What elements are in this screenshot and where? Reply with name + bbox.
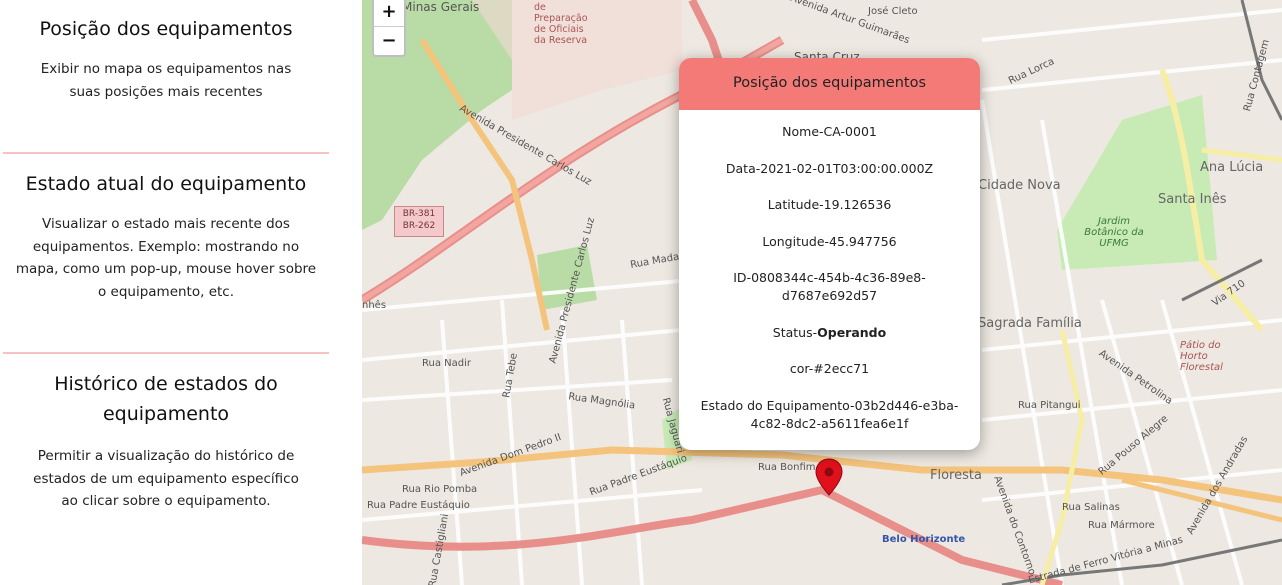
map[interactable]: Minas Gerais de Preparação de Oficiais d…: [362, 0, 1282, 585]
map-label: Cidade Nova: [978, 178, 1061, 193]
map-label: Rua Rio Pomba: [402, 484, 478, 495]
highway-shield: BR-381 BR-262: [394, 206, 444, 237]
map-label: Sagrada Família: [978, 316, 1082, 331]
popup-body: Nome-CA-0001 Data-2021-02-01T03:00:00.00…: [679, 110, 980, 433]
map-label: Pátio do Horto Florestal: [1180, 340, 1223, 373]
section-title: Histórico de estados do equipamento: [54, 373, 278, 425]
map-label: Santa Inês: [1158, 192, 1227, 207]
map-label: Rua Bonfim: [758, 462, 816, 473]
section-divider: [3, 152, 329, 154]
zoom-control: + −: [372, 0, 406, 57]
section-description: Permitir a visualização do histórico de …: [33, 448, 299, 509]
map-label: de Preparação de Oficiais da Reserva: [534, 2, 588, 46]
section-description: Exibir no mapa os equipamentos nas suas …: [40, 61, 292, 100]
map-label: Rua Nadir: [422, 358, 471, 369]
status-value: Operando: [817, 324, 887, 340]
section-title: Posição dos equipamentos: [39, 18, 293, 40]
map-label: Floresta: [930, 468, 982, 483]
section-current-state: Estado atual do equipamento Visualizar o…: [0, 169, 332, 303]
section-description: Visualizar o estado mais recente dos equ…: [15, 216, 317, 300]
popup-row-data: Data-2021-02-01T03:00:00.000Z: [725, 160, 934, 176]
map-label: Jardim Botânico da UFMG: [1084, 216, 1144, 249]
map-marker-icon[interactable]: [814, 458, 844, 496]
section-position: Posição dos equipamentos Exibir no mapa …: [0, 14, 332, 103]
popup-row-latitude: Latitude-19.126536: [767, 197, 892, 212]
section-title: Estado atual do equipamento: [25, 173, 307, 195]
zoom-out-button[interactable]: −: [374, 26, 404, 55]
map-label: Rua Padre Eustáquio: [367, 500, 470, 511]
popup-row-id: ID-0808344c-454b-4c36-89e8-d7687e692d57: [733, 270, 926, 303]
zoom-in-button[interactable]: +: [374, 0, 404, 26]
equipment-popup: Posição dos equipamentos Nome-CA-0001 Da…: [679, 58, 980, 450]
section-divider: [3, 352, 329, 354]
popup-row-estado: Estado do Equipamento-03b2d446-e3ba-4c82…: [700, 397, 959, 431]
map-label: Rua Pitangui: [1018, 400, 1081, 411]
map-label: José Cleto: [868, 6, 918, 17]
popup-row-status: Status-Operando: [772, 324, 887, 340]
sidebar: Posição dos equipamentos Exibir no mapa …: [0, 0, 332, 585]
map-label: Rua Salinas: [1062, 502, 1120, 513]
popup-row-longitude: Longitude-45.947756: [762, 233, 897, 249]
map-label: Ana Lúcia: [1200, 160, 1264, 175]
map-label: Rua Mármore: [1088, 520, 1155, 531]
popup-row-nome: Nome-CA-0001: [782, 124, 877, 139]
map-label: Belo Horizonte: [882, 534, 966, 545]
map-label: Minas Gerais: [402, 0, 480, 14]
map-label: nhês: [362, 300, 387, 311]
section-history: Histórico de estados do equipamento Perm…: [0, 369, 332, 513]
popup-title: Posição dos equipamentos: [679, 58, 980, 110]
popup-row-cor: cor-#2ecc71: [789, 361, 870, 376]
